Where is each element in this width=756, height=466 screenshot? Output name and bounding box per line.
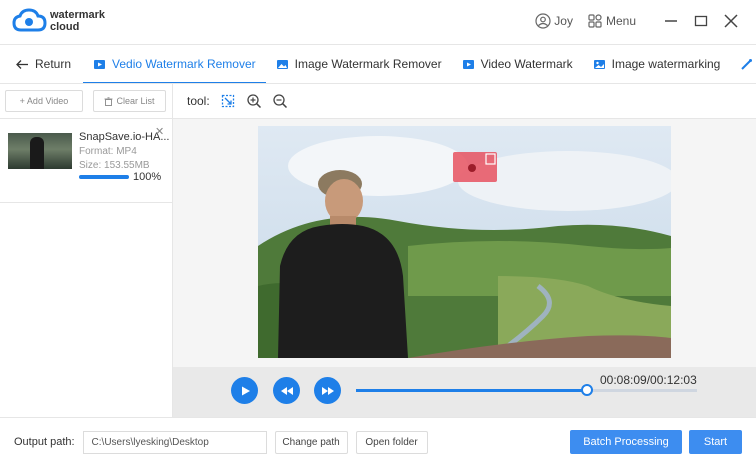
- app-window: watermark cloud Joy Menu Return Vedio Wa…: [0, 0, 756, 466]
- close-button[interactable]: [722, 12, 740, 30]
- minimize-icon: [665, 20, 677, 22]
- output-path-label: Output path:: [14, 436, 75, 448]
- file-progress-bar: [79, 175, 129, 179]
- play-button[interactable]: [231, 377, 258, 404]
- title-bar: watermark cloud Joy Menu: [0, 0, 756, 44]
- file-progress-label: 100%: [133, 171, 162, 183]
- tool-row: tool:: [173, 84, 756, 119]
- batch-processing-button[interactable]: Batch Processing: [570, 430, 682, 454]
- remove-file-icon[interactable]: ✕: [155, 125, 164, 138]
- timeline-handle[interactable]: [580, 384, 593, 396]
- timeline-slider[interactable]: [356, 384, 697, 396]
- tab-label: Image Watermark Remover: [294, 57, 442, 71]
- app-name: watermark cloud: [50, 9, 105, 33]
- user-area: Joy Menu: [535, 11, 740, 31]
- maximize-button[interactable]: [692, 12, 710, 30]
- zoom-in-icon[interactable]: [246, 93, 262, 109]
- video-thumbnail: [8, 133, 72, 169]
- return-label: Return: [35, 57, 72, 71]
- trash-icon: [104, 96, 113, 106]
- user-account[interactable]: Joy: [535, 13, 573, 29]
- output-path-field[interactable]: C:\Users\lyesking\Desktop: [82, 430, 267, 454]
- app-name-line2: cloud: [50, 21, 80, 33]
- select-area-icon[interactable]: [220, 93, 236, 109]
- file-list-item[interactable]: SnapSave.io-HA... Format: MP4 Size: 153.…: [0, 119, 172, 203]
- app-name-line1: watermark: [50, 9, 106, 21]
- tab-video-watermark-remover[interactable]: Vedio Watermark Remover: [83, 45, 266, 83]
- user-icon: [535, 13, 551, 29]
- video-preview[interactable]: [258, 126, 671, 358]
- menu-label: Menu: [605, 14, 636, 28]
- return-button[interactable]: Return: [0, 45, 83, 83]
- tool-label: tool:: [187, 94, 210, 108]
- file-size: Size: 153.55MB: [79, 160, 150, 171]
- fast-forward-icon: [321, 386, 334, 395]
- close-icon: [724, 14, 738, 28]
- play-icon: [241, 386, 250, 395]
- output-bar: Output path: C:\Users\lyesking\Desktop C…: [0, 417, 756, 466]
- file-format: Format: MP4: [79, 146, 137, 157]
- file-list-toolbar: + Add Video Clear List: [0, 84, 172, 119]
- file-list-panel: + Add Video Clear List SnapSave.io-HA...…: [0, 84, 173, 417]
- player-controls: 00:08:09/00:12:03: [173, 367, 756, 417]
- add-video-button[interactable]: + Add Video: [5, 90, 83, 112]
- playback-time: 00:08:09/00:12:03: [600, 373, 697, 387]
- tab-video-watermark[interactable]: Video Watermark: [452, 45, 583, 83]
- arrow-left-icon: [16, 59, 28, 69]
- open-folder-button[interactable]: Open folder: [355, 430, 428, 454]
- tab-image-watermark-remover[interactable]: Image Watermark Remover: [266, 45, 452, 83]
- tab-label: Image watermarking: [611, 57, 721, 71]
- user-name: Joy: [554, 14, 573, 28]
- menu-button[interactable]: Menu: [587, 13, 636, 29]
- cloud-logo-icon: [12, 8, 47, 32]
- image-watermark-icon: [593, 59, 605, 69]
- tab-label: Video Watermark: [480, 57, 573, 71]
- tab-more[interactable]: [730, 45, 756, 83]
- zoom-out-icon[interactable]: [272, 93, 288, 109]
- clear-list-label: Clear List: [116, 96, 155, 106]
- tab-bar: Return Vedio Watermark Remover Image Wat…: [0, 44, 756, 84]
- video-remove-icon: [94, 59, 106, 69]
- tab-label: Vedio Watermark Remover: [112, 57, 256, 71]
- preview-area: [173, 119, 756, 367]
- maximize-icon: [694, 15, 708, 27]
- start-button[interactable]: Start: [689, 430, 742, 454]
- image-remove-icon: [276, 59, 288, 69]
- rewind-button[interactable]: [273, 377, 300, 404]
- clear-list-button[interactable]: Clear List: [93, 90, 166, 112]
- change-path-button[interactable]: Change path: [274, 430, 348, 454]
- grid-menu-icon: [588, 14, 602, 28]
- minimize-button[interactable]: [662, 12, 680, 30]
- magic-wand-icon: [741, 58, 753, 70]
- file-progress-fill: [79, 175, 129, 179]
- timeline-fill: [356, 389, 587, 392]
- tab-image-watermarking[interactable]: Image watermarking: [583, 45, 731, 83]
- fast-forward-button[interactable]: [314, 377, 341, 404]
- rewind-icon: [280, 386, 293, 395]
- video-watermark-icon: [462, 59, 474, 69]
